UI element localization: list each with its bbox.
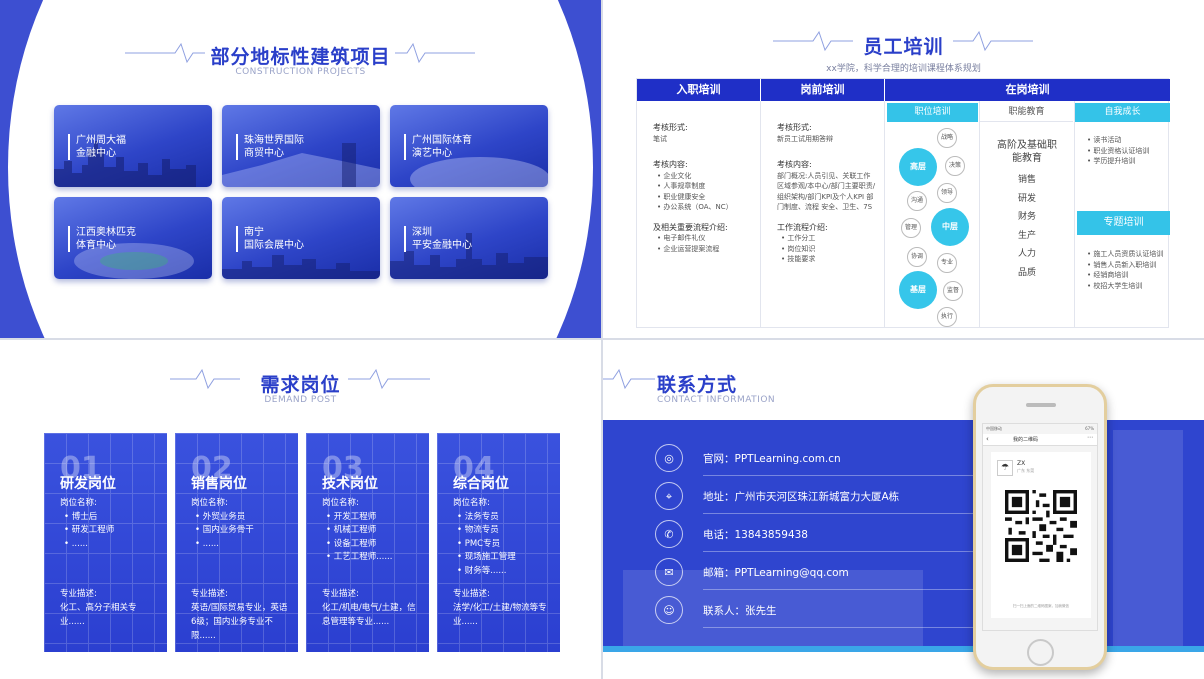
phone-speaker (1026, 403, 1056, 407)
project-card[interactable]: 南宁 国际会展中心 (222, 197, 380, 279)
growth-list: 读书活动 职业资格认证培训 学历提升培训 (1087, 135, 1149, 167)
projects-heading: 部分地标性建筑项目 CONSTRUCTION PROJECTS (0, 42, 601, 77)
project-label: 江西奥林匹克 体育中心 (68, 226, 136, 252)
project-label: 广州周大福 金融中心 (68, 134, 126, 160)
contact-slide: 联系方式 CONTACT INFORMATION ◎ 官网：PPTLearnin… (603, 340, 1204, 679)
location-icon: ⌖ (655, 482, 683, 510)
training-heading: 员工培训 xx学院，科学合理的培训课程体系规划 (603, 32, 1204, 74)
page-subtitle: CONTACT INFORMATION (657, 395, 776, 405)
contact-heading: 联系方式 CONTACT INFORMATION (657, 370, 775, 405)
avatar: ☂ (997, 460, 1013, 476)
level-mid: 中层 (931, 208, 969, 246)
project-card[interactable]: 广州国际体育 演艺中心 (390, 105, 548, 187)
contact-phone[interactable]: ✆ 电话：13843859438 (655, 520, 985, 552)
position-card[interactable]: 03 技术岗位 岗位名称: 开发工程师机械工程师设备工程师工艺工程师......… (306, 433, 429, 652)
project-label: 广州国际体育 演艺中心 (404, 134, 472, 160)
position-card[interactable]: 04 综合岗位 岗位名称: 法务专员物流专员PMC专员现场施工管理财务等....… (437, 433, 560, 652)
page-title: 需求岗位 (260, 374, 341, 396)
onboarding-column: 考核形式: 笔试 考核内容: 企业文化 人事规章制度 职业健康安全 办公系统（O… (637, 101, 761, 327)
contact-website[interactable]: ◎ 官网：PPTLearning.com.cn (655, 444, 985, 476)
project-card[interactable]: 广州周大福 金融中心 (54, 105, 212, 187)
project-label: 深圳 平安金融中心 (404, 226, 472, 252)
process-list: 电子邮件礼仪 企业运营提案流程 (653, 233, 760, 254)
function-education-column: 高阶及基础职能教育 销售 研发 财务 生产 人力 品质 (980, 101, 1075, 327)
page-title: 员工培训 (863, 36, 944, 58)
flow-list: 工作分工 岗位知识 技能要求 (777, 233, 876, 265)
phone-navbar: ‹ 我的二维码 ⋯ (983, 434, 1097, 446)
header-on-job: 在岗培训 (885, 79, 1170, 101)
phone-mockup: 中国移动 67% ‹ 我的二维码 ⋯ ☂ ZX 广东 东莞 扫一扫上面的二维码图… (973, 384, 1107, 670)
contact-address[interactable]: ⌖ 地址：广州市天河区珠江新城富力大厦A栋 (655, 482, 985, 514)
page-subtitle: CONSTRUCTION PROJECTS (235, 67, 366, 77)
project-card[interactable]: 珠海世界国际 商贸中心 (222, 105, 380, 187)
qr-code-icon (1005, 490, 1077, 562)
project-label: 南宁 国际会展中心 (236, 226, 304, 252)
position-title: 销售岗位 (191, 476, 247, 492)
positions-heading: 需求岗位 DEMAND POST (0, 370, 601, 405)
training-slide: 员工培训 xx学院，科学合理的培训课程体系规划 入职培训 岗前培训 在岗培训 职… (603, 0, 1204, 338)
position-title: 研发岗位 (60, 476, 116, 492)
contact-person[interactable]: ☺ 联系人：张先生 (655, 596, 985, 628)
position-training-column: 高层 中层 基层 战略 决策 沟通 领导 管理 协调 专业 监督 执行 (885, 101, 980, 327)
content-list: 企业文化 人事规章制度 职业健康安全 办公系统（OA、NC） (653, 171, 760, 213)
more-icon[interactable]: ⋯ (1087, 434, 1093, 441)
position-title: 技术岗位 (322, 476, 378, 492)
project-label: 珠海世界国际 商贸中心 (236, 134, 304, 160)
home-button (1027, 639, 1054, 666)
projects-slide: 部分地标性建筑项目 CONSTRUCTION PROJECTS 广州周大福 金融中… (0, 0, 601, 338)
pre-job-column: 考核形式: 新员工试用期答辩 考核内容: 部门概况:人员引见、关联工作区域参观/… (761, 101, 885, 327)
accent-strip (603, 646, 1204, 652)
qr-card: ☂ ZX 广东 东莞 扫一扫上面的二维码图案，加我微信 (991, 452, 1091, 618)
globe-icon: ◎ (655, 444, 683, 472)
positions-slide: 需求岗位 DEMAND POST 01 研发岗位 岗位名称: 博士后研发工程师.… (0, 340, 601, 679)
special-list: 施工人员资质认证培训 销售人员新入职培训 经销商培训 校招大学生培训 (1087, 249, 1163, 291)
user-icon: ☺ (655, 596, 683, 624)
mail-icon: ✉ (655, 558, 683, 586)
back-icon[interactable]: ‹ (986, 435, 989, 443)
contact-email[interactable]: ✉ 邮箱：PPTLearning@qq.com (655, 558, 985, 590)
page-title: 联系方式 (657, 374, 738, 396)
project-card[interactable]: 深圳 平安金融中心 (390, 197, 548, 279)
phone-screen: 中国移动 67% ‹ 我的二维码 ⋯ ☂ ZX 广东 东莞 扫一扫上面的二维码图… (982, 423, 1098, 631)
header-pre-job: 岗前培训 (761, 79, 885, 101)
heartbeat-line-icon (603, 368, 655, 390)
page-subtitle: xx学院，科学合理的培训课程体系规划 (826, 64, 981, 74)
page-subtitle: DEMAND POST (264, 395, 337, 405)
level-base: 基层 (899, 271, 937, 309)
position-card[interactable]: 02 销售岗位 岗位名称: 外贸业务员国内业务骨干...... 专业描述:英语/… (175, 433, 298, 652)
training-table: 入职培训 岗前培训 在岗培训 职位培训 职能教育 自我成长 考核形式: 笔试 考… (636, 78, 1170, 328)
level-high: 高层 (899, 148, 937, 186)
position-title: 综合岗位 (453, 476, 509, 492)
self-growth-column: 读书活动 职业资格认证培训 学历提升培训 专题培训 施工人员资质认证培训 销售人… (1075, 101, 1170, 327)
page-title: 部分地标性建筑项目 (210, 46, 391, 68)
project-card[interactable]: 江西奥林匹克 体育中心 (54, 197, 212, 279)
phone-icon: ✆ (655, 520, 683, 548)
special-training-header: 专题培训 (1077, 211, 1170, 235)
header-onboarding: 入职培训 (637, 79, 761, 101)
position-card[interactable]: 01 研发岗位 岗位名称: 博士后研发工程师...... 专业描述:化工、高分子… (44, 433, 167, 652)
